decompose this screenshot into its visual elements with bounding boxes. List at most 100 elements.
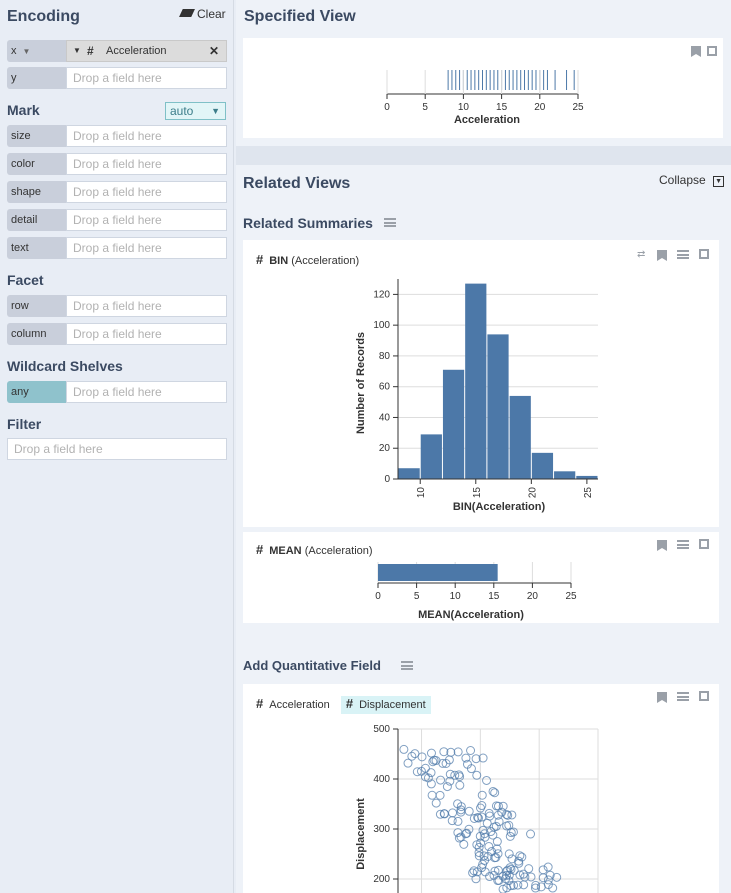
scatter-y-axis: 200 300 400 500 xyxy=(373,724,399,893)
dropdown-arrow-icon: ▼ xyxy=(211,106,220,116)
shelf-row[interactable]: row Drop a field here xyxy=(7,295,227,317)
axis-tick-label: 15 xyxy=(496,102,508,113)
row-drop-zone[interactable]: Drop a field here xyxy=(66,295,227,317)
encoding-pane: Encoding Clear x ▼ ▼ # Acceleration ✕ y D… xyxy=(0,0,234,893)
x-tick-label: 0 xyxy=(375,591,381,602)
mark-type-select[interactable]: auto ▼ xyxy=(165,102,226,120)
quantitative-type-icon: # xyxy=(87,44,94,58)
shape-drop-zone[interactable]: Drop a field here xyxy=(66,181,227,203)
collapse-button[interactable]: Collapse ▼ xyxy=(659,173,725,188)
scatter-point xyxy=(468,868,478,878)
scatter-point xyxy=(435,790,445,800)
shelf-column[interactable]: column Drop a field here xyxy=(7,323,227,345)
scatter-point xyxy=(436,775,446,785)
scatter-plot: 200 300 400 500 Displacement xyxy=(355,724,599,893)
histogram-y-label: Number of Records xyxy=(355,332,367,434)
collapse-label: Collapse xyxy=(659,173,706,187)
related-views-pane: Related Views Collapse ▼ Related Summari… xyxy=(236,165,731,893)
related-summaries-title: Related Summaries xyxy=(243,215,373,231)
text-drop-zone[interactable]: Drop a field here xyxy=(66,237,227,259)
y-tick-label: 100 xyxy=(373,320,390,331)
scatter-point xyxy=(492,837,502,847)
scatter-point xyxy=(453,816,463,826)
collapse-icon: ▼ xyxy=(713,176,725,187)
clear-button[interactable]: Clear xyxy=(179,7,226,21)
shelf-shape[interactable]: shape Drop a field here xyxy=(7,181,227,203)
scatter-point xyxy=(474,842,484,852)
scatter-point xyxy=(543,875,553,885)
scatter-point xyxy=(459,839,469,849)
bin-summary-card: # BIN (Acceleration) ⇄ 0 20 40 60 80 100 120 10 1… xyxy=(243,240,719,527)
chevron-down-icon[interactable]: ▼ xyxy=(23,47,31,56)
scatter-point xyxy=(448,808,458,818)
x-tick-label: 5 xyxy=(414,591,420,602)
scatter-point xyxy=(453,747,463,757)
shelf-size[interactable]: size Drop a field here xyxy=(7,125,227,147)
shelf-y[interactable]: y Drop a field here xyxy=(7,67,227,89)
scatter-point xyxy=(427,790,437,800)
scatter-point xyxy=(455,780,465,790)
color-drop-zone[interactable]: Drop a field here xyxy=(66,153,227,175)
shelf-color[interactable]: color Drop a field here xyxy=(7,153,227,175)
mean-bar xyxy=(378,564,498,581)
strip-x-axis: 0 5 10 15 20 25 xyxy=(384,70,584,113)
shelf-color-label: color xyxy=(7,153,66,175)
scatter-point xyxy=(420,772,430,782)
y-tick-label: 300 xyxy=(373,824,390,835)
mean-bar-chart: 0 5 10 15 20 25 MEAN(Acceleration) xyxy=(375,562,577,621)
shelf-column-label: column xyxy=(7,323,66,345)
scatter-point xyxy=(464,806,474,816)
field-name: Acceleration xyxy=(106,45,167,57)
mean-x-axis: 0 5 10 15 20 25 xyxy=(375,582,577,602)
scatter-y-label: Displacement xyxy=(355,798,367,870)
axis-tick-label: 10 xyxy=(458,102,470,113)
histogram-x-label: BIN(Acceleration) xyxy=(453,501,546,513)
scatter-point xyxy=(526,872,536,882)
strip-marks xyxy=(447,70,575,90)
y-tick-label: 120 xyxy=(373,289,390,300)
column-drop-zone[interactable]: Drop a field here xyxy=(66,323,227,345)
histogram-bar xyxy=(398,468,420,479)
y-tick-label: 20 xyxy=(379,443,391,454)
y-tick-label: 80 xyxy=(379,351,391,362)
histogram-bar xyxy=(420,434,442,479)
histogram-bar xyxy=(554,471,576,479)
scatter-point xyxy=(431,798,441,808)
y-tick-label: 200 xyxy=(373,874,390,885)
mean-value-bar xyxy=(378,564,498,581)
any-drop-zone[interactable]: Drop a field here xyxy=(66,381,227,403)
mark-title: Mark xyxy=(7,102,40,118)
shelf-size-label: size xyxy=(7,125,66,147)
histogram-bar xyxy=(442,369,465,479)
y-tick-label: 40 xyxy=(379,412,391,423)
shelf-any[interactable]: any Drop a field here xyxy=(7,381,227,403)
remove-icon[interactable]: ✕ xyxy=(209,41,219,61)
histogram-bar xyxy=(487,334,509,479)
field-pill-acceleration[interactable]: ▼ # Acceleration ✕ xyxy=(66,40,227,62)
y-drop-zone[interactable]: Drop a field here xyxy=(66,67,227,89)
specified-view-title: Specified View xyxy=(244,8,356,25)
list-icon[interactable] xyxy=(384,218,396,227)
shelf-y-label: y xyxy=(7,67,66,89)
histogram-bar xyxy=(531,452,554,479)
axis-tick-label: 5 xyxy=(422,102,428,113)
x-tick-label: 20 xyxy=(527,487,538,499)
caret-down-icon[interactable]: ▼ xyxy=(73,41,81,61)
size-drop-zone[interactable]: Drop a field here xyxy=(66,125,227,147)
y-tick-label: 60 xyxy=(379,382,391,393)
list-icon[interactable] xyxy=(401,661,413,670)
x-tick-label: 20 xyxy=(527,591,539,602)
scatter-point xyxy=(466,745,476,755)
related-views-title: Related Views xyxy=(243,175,351,192)
filter-title: Filter xyxy=(7,416,42,432)
detail-drop-zone[interactable]: Drop a field here xyxy=(66,209,227,231)
shelf-x[interactable]: x ▼ ▼ # Acceleration ✕ xyxy=(7,40,227,62)
filter-drop-zone[interactable]: Drop a field here xyxy=(7,438,227,460)
scatter-point xyxy=(526,829,536,839)
histogram-bar xyxy=(465,283,487,479)
shelf-detail[interactable]: detail Drop a field here xyxy=(7,209,227,231)
x-tick-label: 25 xyxy=(565,591,577,602)
mean-summary-card: # MEAN (Acceleration) 0 5 10 15 20 25 MEAN(Acc… xyxy=(243,532,719,623)
shelf-text[interactable]: text Drop a field here xyxy=(7,237,227,259)
shelf-x-label: x ▼ xyxy=(7,40,66,62)
